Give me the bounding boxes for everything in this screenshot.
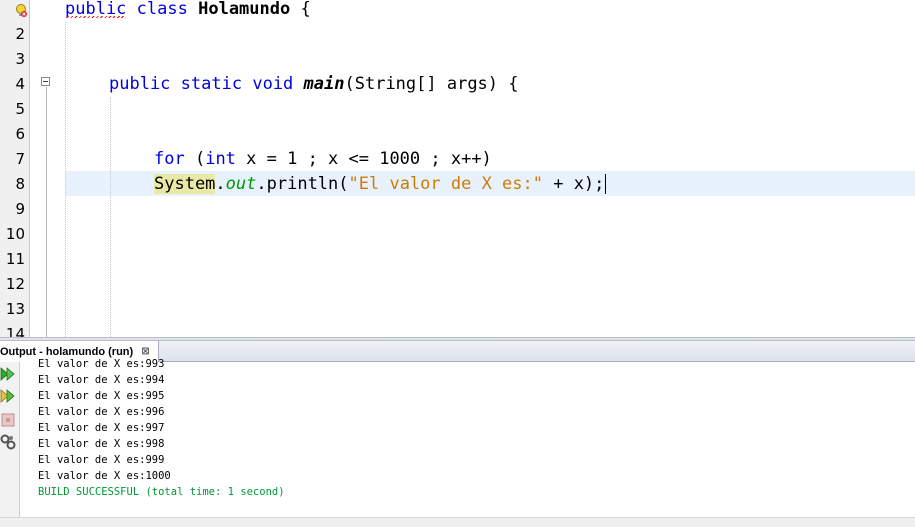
keyword-static: static — [180, 74, 243, 94]
dot: . — [215, 174, 226, 194]
keyword-public: public — [65, 0, 127, 19]
line-number: 6 — [15, 125, 25, 143]
output-line: El valor de X es:994 — [38, 374, 165, 386]
code-line-4: public static void main(String[] args) { — [109, 72, 519, 97]
statement-tail: + x); — [542, 174, 605, 194]
line-number: 11 — [5, 250, 25, 268]
line-number: 10 — [5, 225, 25, 243]
output-line: El valor de X es:996 — [38, 406, 165, 418]
line-number: 5 — [15, 100, 25, 118]
keyword-int: int — [205, 149, 236, 169]
line-number: 7 — [15, 150, 25, 168]
code-editor[interactable]: 2 3 4 5 6 7 8 9 10 11 12 13 14 public cl… — [0, 0, 915, 337]
output-line: El valor de X es:1000 — [38, 470, 171, 482]
code-text-area[interactable]: public class Holamundo { public static v… — [65, 0, 915, 337]
code-line-7: for (int x = 1 ; x <= 1000 ; x++) — [154, 147, 492, 172]
println-call: .println( — [256, 174, 349, 194]
output-line: El valor de X es:995 — [38, 390, 165, 402]
output-line: El valor de X es:999 — [38, 454, 165, 466]
string-literal: "El valor de X es:" — [348, 174, 543, 194]
method-params: (String[] args) { — [344, 74, 519, 94]
fold-column — [30, 0, 64, 337]
paren: ( — [184, 149, 206, 169]
text-caret — [605, 174, 607, 194]
keyword-public: public — [109, 74, 171, 94]
keyword-void: void — [252, 74, 294, 94]
line-number: 3 — [15, 50, 25, 68]
loop-condition: x = 1 ; x <= 1000 ; x++) — [235, 149, 492, 169]
fold-collapse-icon[interactable] — [41, 77, 50, 86]
output-line: El valor de X es:993 — [38, 358, 165, 370]
horizontal-scrollbar[interactable] — [0, 517, 915, 527]
line-number: 9 — [15, 200, 25, 218]
code-line-8: System.out.println("El valor de X es:" +… — [154, 172, 607, 197]
open-brace: { — [300, 0, 311, 19]
rerun-with-params-icon[interactable] — [0, 388, 16, 404]
line-number: 12 — [5, 275, 25, 293]
system-identifier: System — [154, 174, 216, 194]
line-number: 8 — [15, 175, 25, 193]
console-output[interactable]: El valor de X es:993 El valor de X es:99… — [38, 356, 915, 516]
class-name: Holamundo — [198, 0, 291, 19]
rerun-icon[interactable] — [0, 366, 16, 382]
line-number: 14 — [5, 325, 25, 337]
output-panel: El valor de X es:993 El valor de X es:99… — [0, 358, 915, 527]
output-line: El valor de X es:998 — [38, 438, 165, 450]
code-line-1: public class Holamundo { — [65, 0, 311, 22]
line-number: 2 — [15, 25, 25, 43]
line-number-gutter: 2 3 4 5 6 7 8 9 10 11 12 13 14 — [0, 0, 30, 337]
out-field: out — [225, 174, 257, 194]
fold-guide-line — [46, 87, 47, 337]
output-toolbar — [0, 362, 20, 517]
output-line: El valor de X es:997 — [38, 422, 165, 434]
build-status: BUILD SUCCESSFUL (total time: 1 second) — [38, 486, 285, 498]
line-number: 13 — [5, 300, 25, 318]
settings-icon[interactable] — [0, 434, 16, 450]
method-name: main — [303, 74, 345, 94]
keyword-for: for — [154, 149, 185, 169]
stop-icon[interactable] — [0, 412, 16, 428]
line-number: 4 — [15, 75, 25, 93]
lightbulb-error-icon[interactable] — [14, 3, 28, 19]
keyword-class: class — [136, 0, 188, 19]
